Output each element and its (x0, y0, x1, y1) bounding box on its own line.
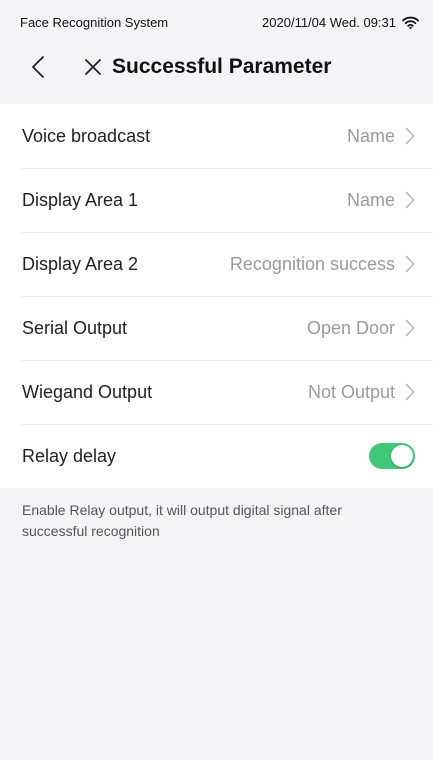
chevron-left-icon (32, 56, 44, 78)
status-right: 2020/11/04 Wed. 09:31 (262, 15, 419, 30)
row-right: Not Output (308, 382, 415, 403)
page-title: Successful Parameter (112, 55, 332, 78)
row-label: Voice broadcast (22, 125, 151, 146)
chevron-right-icon (405, 127, 415, 145)
chevron-right-icon (405, 383, 415, 401)
row-display-area-2[interactable]: Display Area 2 Recognition success (0, 232, 433, 296)
row-label: Display Area 2 (22, 253, 139, 274)
status-app-name: Face Recognition System (20, 14, 169, 30)
row-right: Name (347, 190, 415, 211)
row-right: Open Door (307, 318, 415, 339)
row-value: Name (346, 189, 395, 210)
wifi-icon (402, 16, 419, 29)
row-label: Wiegand Output (22, 381, 153, 402)
row-right: Recognition success (230, 254, 415, 275)
row-value: Not Output (307, 381, 395, 402)
chevron-right-icon (405, 255, 415, 273)
screen: Face Recognition System 2020/11/04 Wed. … (0, 0, 433, 760)
row-label: Display Area 1 (22, 189, 139, 210)
status-datetime: 2020/11/04 Wed. 09:31 (262, 14, 396, 30)
nav-bar: Successful Parameter (0, 44, 433, 90)
relay-description: Enable Relay output, it will output digi… (22, 502, 342, 539)
row-right: Name (347, 126, 415, 147)
close-icon (85, 59, 101, 75)
close-button[interactable] (80, 54, 106, 80)
row-label: Relay delay (22, 445, 117, 466)
status-bar: Face Recognition System 2020/11/04 Wed. … (0, 0, 433, 44)
chevron-right-icon (405, 191, 415, 209)
row-value: Name (346, 125, 395, 146)
toggle-knob (391, 445, 413, 467)
chevron-right-icon (405, 319, 415, 337)
row-wiegand-output[interactable]: Wiegand Output Not Output (0, 360, 433, 424)
row-serial-output[interactable]: Serial Output Open Door (0, 296, 433, 360)
back-button[interactable] (24, 53, 52, 81)
row-display-area-1[interactable]: Display Area 1 Name (0, 168, 433, 232)
relay-delay-toggle[interactable] (369, 443, 415, 469)
row-voice-broadcast[interactable]: Voice broadcast Name (0, 104, 433, 168)
settings-list: Voice broadcast Name Display Area 1 Name… (0, 104, 433, 488)
row-value: Recognition success (229, 253, 395, 274)
row-relay-delay: Relay delay (0, 424, 433, 488)
row-label: Serial Output (22, 317, 128, 338)
row-value: Open Door (306, 317, 395, 338)
